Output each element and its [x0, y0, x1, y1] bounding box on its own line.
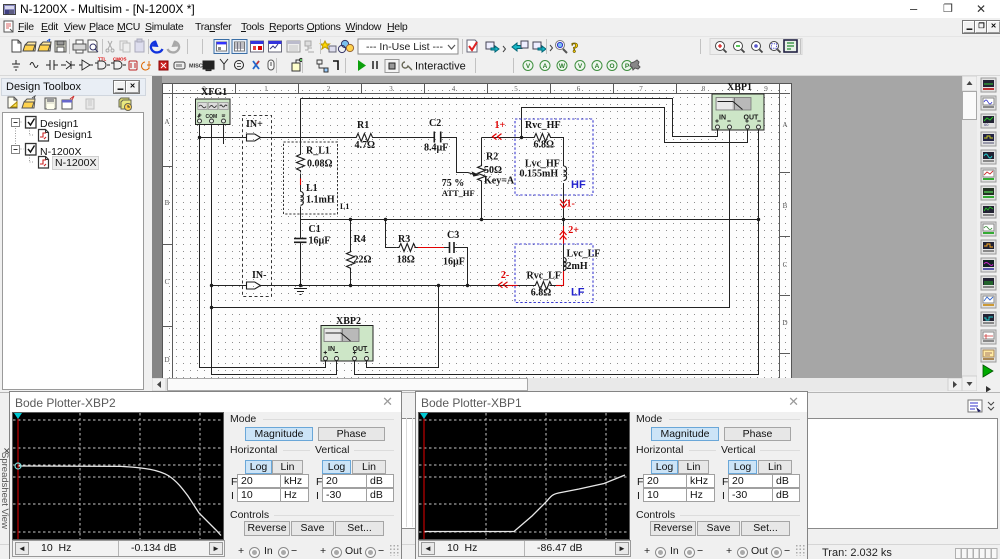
svg-text:ATT_HF: ATT_HF — [442, 188, 475, 198]
svg-text:C1: C1 — [309, 224, 321, 235]
svg-text:4: 4 — [452, 85, 456, 93]
svg-text:2-: 2- — [501, 270, 509, 281]
svg-text:3: 3 — [389, 85, 393, 93]
svg-text:4.7Ω: 4.7Ω — [355, 140, 376, 151]
svg-text:XBP1: XBP1 — [727, 82, 752, 93]
svg-text:A: A — [164, 118, 169, 126]
svg-text:D: D — [164, 356, 169, 364]
svg-text:2mH: 2mH — [567, 261, 588, 272]
svg-text:R3: R3 — [398, 234, 410, 245]
svg-text:6: 6 — [577, 85, 581, 93]
svg-text:R2: R2 — [486, 151, 498, 162]
svg-text:C: C — [165, 278, 170, 286]
svg-text:B: B — [783, 202, 788, 210]
svg-text:0.08Ω: 0.08Ω — [307, 159, 333, 170]
svg-text:8: 8 — [702, 85, 706, 93]
svg-text:Rvc_LF: Rvc_LF — [527, 271, 561, 282]
svg-text:R_L1: R_L1 — [306, 146, 330, 157]
svg-text:COM: COM — [206, 114, 218, 120]
svg-text:2: 2 — [327, 85, 331, 93]
svg-text:IN-: IN- — [252, 270, 266, 281]
svg-text:16µF: 16µF — [443, 257, 465, 268]
svg-text:P: P — [625, 63, 630, 70]
svg-text:A: A — [543, 63, 548, 70]
svg-text:--- In-Use List ---: --- In-Use List --- — [366, 41, 444, 53]
svg-text:O: O — [609, 63, 614, 70]
svg-text:XBP2: XBP2 — [336, 316, 361, 327]
svg-text:CMOS: CMOS — [113, 57, 127, 62]
svg-text:C2: C2 — [429, 118, 441, 129]
svg-text:V: V — [578, 63, 583, 70]
svg-text:6.8Ω: 6.8Ω — [531, 288, 552, 299]
svg-text:V: V — [526, 63, 531, 70]
svg-text:R1: R1 — [357, 120, 369, 131]
svg-text:50Ω: 50Ω — [484, 165, 502, 176]
svg-text:16µF: 16µF — [309, 236, 331, 247]
svg-text:8.4µF: 8.4µF — [424, 143, 448, 154]
svg-text:7: 7 — [639, 85, 643, 93]
svg-text:Rvc_HF: Rvc_HF — [525, 120, 561, 131]
svg-text:D: D — [782, 319, 787, 327]
svg-text:IN+: IN+ — [246, 119, 263, 130]
svg-text:9: 9 — [764, 85, 768, 93]
svg-text:C: C — [783, 261, 788, 269]
svg-text:A: A — [595, 63, 600, 70]
svg-text:−: − — [222, 114, 226, 120]
svg-text:C3: C3 — [447, 230, 459, 241]
svg-text:L1: L1 — [306, 183, 318, 194]
svg-text:22Ω: 22Ω — [354, 255, 372, 266]
svg-text:1: 1 — [264, 85, 268, 93]
svg-text:A: A — [782, 121, 787, 129]
svg-text:HF: HF — [571, 179, 586, 191]
svg-text:IN: IN — [328, 346, 335, 353]
svg-text:2+: 2+ — [568, 225, 579, 236]
svg-text:Lvc_LF: Lvc_LF — [567, 249, 601, 260]
svg-text:?: ? — [571, 41, 579, 57]
svg-text:Interactive: Interactive — [415, 61, 466, 73]
svg-text:W: W — [559, 63, 566, 70]
svg-text:1+: 1+ — [495, 120, 506, 131]
svg-text:OUT: OUT — [744, 115, 760, 122]
svg-text:5: 5 — [514, 85, 518, 93]
svg-text:B: B — [165, 199, 170, 207]
svg-text:IN: IN — [719, 115, 726, 122]
svg-text:TTL: TTL — [98, 57, 106, 62]
svg-text:+: + — [197, 114, 201, 120]
svg-text:18Ω: 18Ω — [397, 255, 415, 266]
svg-text:Lvc_HF: Lvc_HF — [525, 158, 560, 169]
svg-text:Key=A: Key=A — [484, 176, 515, 187]
svg-text:1.1mH: 1.1mH — [306, 195, 335, 206]
svg-text:XFG1: XFG1 — [201, 87, 227, 98]
svg-text:OUT: OUT — [353, 346, 369, 353]
svg-text:0.155mH: 0.155mH — [520, 169, 559, 180]
svg-text:00: 00 — [984, 122, 989, 127]
svg-text:L1: L1 — [340, 202, 349, 211]
svg-text:LF: LF — [571, 287, 585, 299]
svg-text:MISC: MISC — [189, 64, 203, 70]
svg-text:6.8Ω: 6.8Ω — [534, 140, 555, 151]
svg-text:1-: 1- — [567, 199, 575, 210]
svg-text:R4: R4 — [354, 234, 366, 245]
